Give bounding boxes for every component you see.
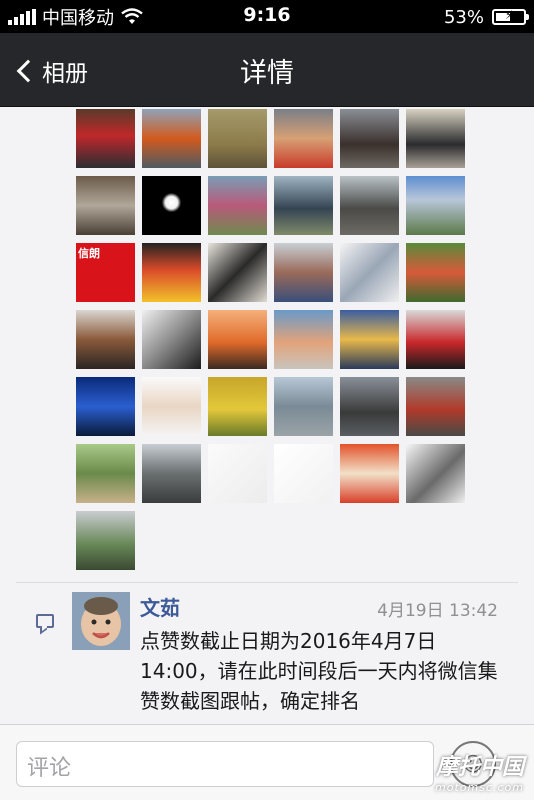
liker-avatar[interactable] [406, 444, 465, 503]
comment-icon [36, 614, 54, 628]
divider [16, 582, 518, 583]
liker-avatar[interactable] [406, 176, 465, 235]
liker-avatar[interactable] [406, 377, 465, 436]
comment-text: 点赞数截止日期为2016年4月7日14:00，请在此时间段后一天内将微信集赞数截… [140, 629, 498, 713]
liker-avatar[interactable] [340, 109, 399, 168]
liker-avatar[interactable] [142, 310, 201, 369]
liker-avatar[interactable] [76, 310, 135, 369]
liker-avatar[interactable] [142, 243, 201, 302]
liker-avatar[interactable] [340, 176, 399, 235]
liker-avatar[interactable] [274, 444, 333, 503]
liker-avatar[interactable] [340, 444, 399, 503]
liker-avatar[interactable] [208, 176, 267, 235]
liker-avatar[interactable] [76, 444, 135, 503]
liker-avatar[interactable] [208, 109, 267, 168]
liker-avatar[interactable] [76, 511, 135, 570]
liker-avatar[interactable] [274, 109, 333, 168]
liker-avatar[interactable] [142, 109, 201, 168]
status-bar: 中国移动 9:16 53% ⚡ [0, 0, 534, 33]
watermark: 摩托中国 motomsc.com [435, 749, 524, 794]
liker-avatar[interactable] [274, 310, 333, 369]
liker-avatar[interactable] [142, 176, 201, 235]
baby-avatar-icon [72, 592, 130, 650]
liker-avatar[interactable] [208, 310, 267, 369]
liker-avatar[interactable] [208, 243, 267, 302]
liker-avatar[interactable] [142, 444, 201, 503]
liker-avatar[interactable] [76, 176, 135, 235]
liker-avatar[interactable] [208, 377, 267, 436]
status-right: 53% ⚡ [443, 4, 529, 30]
liker-avatar[interactable] [340, 310, 399, 369]
charging-bolt-icon: ⚡ [504, 8, 514, 22]
comment-author[interactable]: 文茹 [140, 592, 180, 621]
liker-avatar[interactable] [274, 176, 333, 235]
page-title: 详情 [240, 58, 294, 89]
liker-avatar[interactable] [208, 444, 267, 503]
avatar-label: 信朗 [78, 247, 100, 260]
battery-percent: 53% [443, 6, 484, 28]
liker-avatar[interactable]: 信朗 [76, 243, 135, 302]
watermark-title: 摩托中国 [435, 755, 524, 780]
comment-input-bar: 评论 ☺ 摩托中国 motomsc.com [0, 724, 534, 800]
liker-avatar[interactable] [406, 243, 465, 302]
navigation-bar: 相册 详情 [0, 33, 534, 107]
comment-input[interactable]: 评论 [16, 741, 434, 787]
liker-avatar[interactable] [340, 377, 399, 436]
liker-avatar[interactable] [340, 243, 399, 302]
liker-avatar[interactable] [76, 377, 135, 436]
liker-avatar[interactable] [406, 109, 465, 168]
watermark-url: motomsc.com [435, 781, 524, 794]
liker-avatar[interactable] [142, 377, 201, 436]
liker-avatar[interactable] [274, 377, 333, 436]
liker-avatar[interactable] [76, 109, 135, 168]
comment-timestamp: 4月19日 13:42 [377, 601, 498, 621]
liker-avatar[interactable] [274, 243, 333, 302]
avatar[interactable] [72, 592, 130, 650]
liker-avatar[interactable] [406, 310, 465, 369]
likes-grid: 信朗 [76, 109, 470, 570]
battery-icon: ⚡ [492, 8, 529, 25]
